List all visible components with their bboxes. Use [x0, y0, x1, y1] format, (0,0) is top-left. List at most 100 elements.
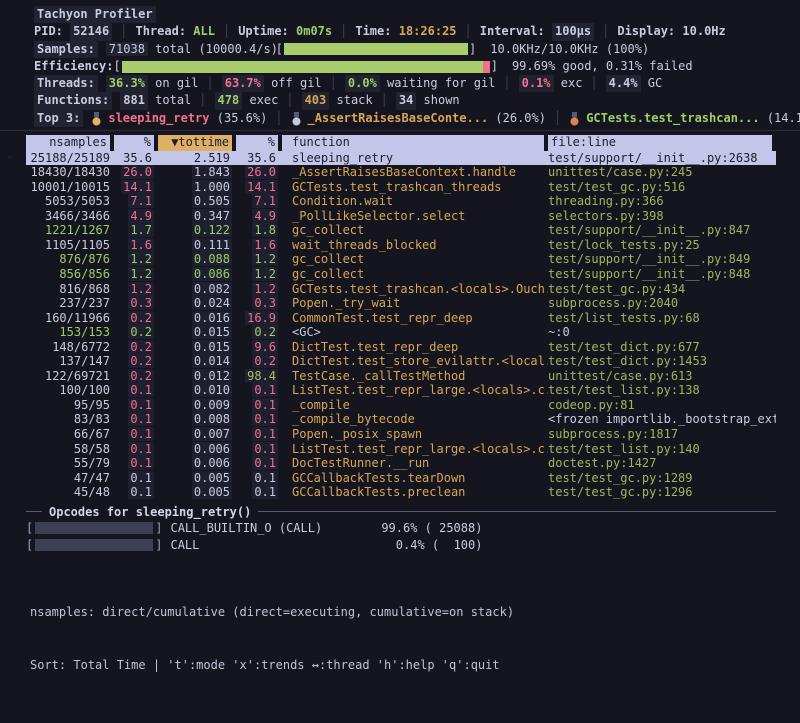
cell-pct-cumulative: 4.9 [236, 209, 278, 224]
table-row[interactable]: 100/1000.10.0100.1ListTest.test_repr_lar… [26, 383, 776, 398]
cell-tottime-value: 0.016 [192, 311, 232, 325]
divider [0, 130, 800, 131]
samples-rate-bar [284, 43, 468, 55]
table-row[interactable]: 137/1470.20.0140.2DictTest.test_store_ev… [26, 354, 776, 369]
stack-value: 403 [302, 92, 330, 109]
table-row[interactable]: 47/470.10.0050.1GCCallbackTests.tearDown… [26, 471, 776, 486]
cell-pct-cumulative: 0.3 [236, 296, 278, 311]
table-row[interactable]: 10001/1001514.11.00014.1GCTests.test_tra… [26, 180, 776, 195]
bar-bracket-open: [ [26, 520, 33, 537]
column-header-pct-direct[interactable]: % [114, 135, 154, 151]
cell-function: GCTests.test_trashcan_threads [282, 180, 548, 195]
column-header-tottime-sorted[interactable]: ▼tottime [158, 135, 232, 151]
cell-nsamples: 856/856 [26, 267, 110, 282]
table-row[interactable]: ►25188/2518935.62.51935.6sleeping_retryt… [26, 151, 776, 166]
cell-nsamples: 58/58 [26, 442, 110, 457]
cell-pct-cumulative: 98.4 [236, 369, 278, 384]
cell-pct-cumulative: 1.2 [236, 252, 278, 267]
cell-function: TestCase._callTestMethod [282, 369, 548, 384]
table-row[interactable]: 18430/1843026.01.84326.0_AssertRaisesBas… [26, 165, 776, 180]
cell-pct-cumulative-value: 0.1 [252, 383, 278, 397]
cell-function: ListTest.test_repr_large.<locals>.c... [282, 442, 548, 457]
cell-tottime: 0.122 [158, 223, 232, 238]
table-row[interactable]: 58/580.10.0060.1ListTest.test_repr_large… [26, 442, 776, 457]
table-row[interactable]: 55/790.10.0060.1DocTestRunner.__rundocte… [26, 456, 776, 471]
cell-pct-cumulative: 1.8 [236, 223, 278, 238]
cell-fileline: test/test_gc.py:516 [548, 180, 776, 195]
cell-fileline: selectors.py:398 [548, 209, 776, 224]
table-row[interactable]: 148/67720.20.0159.6DictTest.test_repr_de… [26, 340, 776, 355]
table-row[interactable]: 95/950.10.0090.1_compilecodeop.py:81 [26, 398, 776, 413]
cell-pct-direct: 0.1 [114, 456, 154, 471]
cell-tottime-value: 0.008 [192, 412, 232, 426]
cell-pct-direct-value: 35.6 [121, 151, 154, 165]
cell-tottime: 0.014 [158, 354, 232, 369]
table-row[interactable]: 5053/50537.10.5057.1Condition.waitthread… [26, 194, 776, 209]
cell-nsamples: 122/69721 [26, 369, 110, 384]
table-row[interactable]: 876/8761.20.0881.2gc_collecttest/support… [26, 252, 776, 267]
table-row[interactable]: 816/8681.20.0821.2GCTests.test_trashcan.… [26, 282, 776, 297]
table-row[interactable]: 153/1530.20.0150.2<GC>~:0 [26, 325, 776, 340]
tachyon-profiler-app: Tachyon Profiler PID: 52146│Thread: ALL│… [0, 0, 800, 723]
cell-fileline: test/test_dict.py:1453 [548, 354, 776, 369]
separator-line [26, 511, 42, 512]
top3-function-name: sleeping_retry [108, 110, 209, 127]
cell-tottime: 0.088 [158, 252, 232, 267]
efficiency-label: Efficiency: [34, 58, 113, 75]
gc-value: 4.4% [606, 75, 641, 92]
cell-pct-direct-value: 26.0 [121, 165, 154, 179]
cell-nsamples: 160/11966 [26, 311, 110, 326]
cell-pct-cumulative: 0.1 [236, 471, 278, 486]
opcode-name: CALL [170, 537, 370, 554]
cell-fileline: test/test_gc.py:1289 [548, 471, 776, 486]
table-row[interactable]: 45/480.10.0050.1GCCallbackTests.preclean… [26, 485, 776, 500]
cell-tottime-value: 0.122 [192, 223, 232, 237]
cell-nsamples: 816/868 [26, 282, 110, 297]
bar-bracket-close: ] [155, 537, 162, 554]
cell-nsamples: 47/47 [26, 471, 110, 486]
cell-tottime-value: 0.005 [192, 471, 232, 485]
separator-line [258, 511, 776, 512]
cell-pct-cumulative-value: 26.0 [245, 165, 278, 179]
cell-nsamples: 1221/1267 [26, 223, 110, 238]
opcode-stat: 99.6% ( 25088) [370, 520, 482, 537]
cell-pct-cumulative-value: 35.6 [245, 151, 278, 165]
cell-tottime-value: 0.088 [192, 252, 232, 266]
table-row[interactable]: 856/8561.20.0861.2gc_collecttest/support… [26, 267, 776, 282]
table-row[interactable]: 237/2370.30.0240.3Popen._try_waitsubproc… [26, 296, 776, 311]
cell-function: DictTest.test_repr_deep [282, 340, 548, 355]
separator: │ [278, 92, 301, 109]
cell-nsamples: 66/67 [26, 427, 110, 442]
cell-tottime: 0.016 [158, 311, 232, 326]
table-row[interactable]: 1221/12671.70.1221.8gc_collecttest/suppo… [26, 223, 776, 238]
cell-function: Popen._try_wait [282, 296, 548, 311]
on-gil-text: on gil [148, 75, 199, 92]
column-header-fileline[interactable]: file:line [548, 135, 772, 151]
column-header-pct-cumulative[interactable]: % [236, 135, 278, 151]
column-header-nsamples[interactable]: nsamples [26, 135, 110, 151]
cell-pct-cumulative: 14.1 [236, 180, 278, 195]
cell-tottime: 0.015 [158, 325, 232, 340]
top3-function-name: GCTests.test_trashcan... [586, 110, 759, 127]
column-header-function[interactable]: function [282, 135, 544, 151]
table-row[interactable]: 1105/11051.60.1111.6wait_threads_blocked… [26, 238, 776, 253]
cell-tottime-value: 0.024 [192, 296, 232, 310]
separator: │ [373, 92, 396, 109]
cell-tottime-value: 0.010 [192, 383, 232, 397]
table-row[interactable]: 83/830.10.0080.1_compile_bytecode<frozen… [26, 412, 776, 427]
cell-pct-direct-value: 4.9 [128, 209, 154, 223]
table-row[interactable]: 122/697210.20.01298.4TestCase._callTestM… [26, 369, 776, 384]
cell-pct-cumulative: 0.1 [236, 485, 278, 500]
threads-stat-gc: 4.4% GC [606, 75, 663, 92]
table-row[interactable]: 160/119660.20.01616.9CommonTest.test_rep… [26, 311, 776, 326]
cell-pct-direct: 0.1 [114, 442, 154, 457]
table-row[interactable]: 3466/34664.90.3474.9_PollLikeSelector.se… [26, 209, 776, 224]
cell-tottime: 0.082 [158, 282, 232, 297]
functions-stat-total: 881 total [120, 92, 191, 109]
table-row[interactable]: 66/670.10.0070.1Popen._posix_spawnsubpro… [26, 427, 776, 442]
function-table: ►25188/2518935.62.51935.6sleeping_retryt… [26, 151, 776, 500]
footer-keybinds: Sort: Total Time | 't':mode 'x':trends ↔… [30, 657, 514, 675]
info-token-pid: PID: 52146 [34, 23, 112, 40]
stack-text: stack [329, 92, 372, 109]
cell-pct-direct-value: 0.2 [128, 369, 154, 383]
